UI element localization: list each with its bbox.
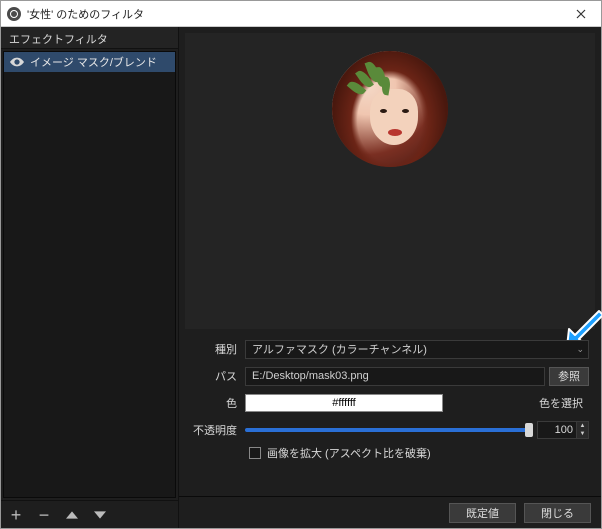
footer: 既定値 閉じる — [179, 496, 601, 528]
visibility-toggle[interactable] — [10, 55, 24, 69]
chevron-down-icon: ⌄ — [576, 344, 584, 355]
filter-item-label: イメージ マスク/ブレンド — [30, 54, 157, 70]
app-icon — [7, 7, 21, 21]
type-value: アルファマスク (カラーチャンネル) — [252, 341, 427, 357]
preview-area — [185, 33, 595, 329]
filter-item[interactable]: イメージ マスク/ブレンド — [4, 52, 175, 72]
remove-filter-button[interactable]: − — [35, 506, 53, 524]
type-label: 種別 — [179, 341, 245, 357]
opacity-label: 不透明度 — [179, 422, 245, 438]
color-swatch[interactable]: #ffffff — [245, 394, 443, 412]
opacity-slider[interactable] — [245, 428, 531, 432]
fern-overlay — [342, 57, 404, 119]
stretch-label: 画像を拡大 (アスペクト比を破棄) — [267, 445, 431, 461]
opacity-row: 不透明度 100 ▲ ▼ — [179, 418, 589, 442]
eye-icon — [10, 57, 24, 67]
spin-down-icon[interactable]: ▼ — [577, 430, 588, 438]
main-panel: 種別 アルファマスク (カラーチャンネル) ⌄ パス E:/Desktop/ma… — [179, 27, 601, 528]
dialog-window: '女性' のためのフィルタ エフェクトフィルタ イメージ マスク/ブレンド + … — [0, 0, 602, 529]
type-select[interactable]: アルファマスク (カラーチャンネル) ⌄ — [245, 340, 589, 359]
preview-image — [332, 51, 448, 167]
caret-down-icon — [94, 509, 106, 521]
move-down-button[interactable] — [91, 506, 109, 524]
color-row: 色 #ffffff 色を選択 — [179, 391, 589, 415]
caret-up-icon — [66, 509, 78, 521]
titlebar: '女性' のためのフィルタ — [1, 1, 601, 27]
opacity-spinner[interactable]: ▲ ▼ — [577, 421, 589, 439]
opacity-value: 100 — [555, 424, 573, 436]
path-label: パス — [179, 368, 245, 384]
stretch-checkbox[interactable] — [249, 447, 261, 459]
filter-list[interactable]: イメージ マスク/ブレンド — [3, 51, 176, 498]
path-row: パス E:/Desktop/mask03.png 参照 — [179, 364, 589, 388]
spin-up-icon[interactable]: ▲ — [577, 422, 588, 430]
opacity-value-input[interactable]: 100 — [537, 421, 577, 439]
sidebar-footer: + − — [1, 500, 178, 528]
form-area: 種別 アルファマスク (カラーチャンネル) ⌄ パス E:/Desktop/ma… — [179, 329, 601, 468]
stretch-row: 画像を拡大 (アスペクト比を破棄) — [179, 442, 589, 464]
type-row: 種別 アルファマスク (カラーチャンネル) ⌄ — [179, 337, 589, 361]
defaults-button[interactable]: 既定値 — [449, 503, 516, 523]
close-icon — [576, 9, 586, 19]
move-up-button[interactable] — [63, 506, 81, 524]
spacer — [179, 468, 601, 496]
window-title: '女性' のためのフィルタ — [27, 6, 561, 22]
dialog-body: エフェクトフィルタ イメージ マスク/ブレンド + − — [1, 27, 601, 528]
color-hex: #ffffff — [332, 397, 355, 409]
add-filter-button[interactable]: + — [7, 506, 25, 524]
path-value: E:/Desktop/mask03.png — [252, 370, 369, 382]
pick-color-button[interactable]: 色を選択 — [539, 395, 583, 411]
browse-button[interactable]: 参照 — [549, 367, 589, 386]
path-input[interactable]: E:/Desktop/mask03.png — [245, 367, 545, 386]
color-label: 色 — [179, 395, 245, 411]
close-button[interactable] — [561, 1, 601, 27]
sidebar-header: エフェクトフィルタ — [1, 27, 178, 49]
close-dialog-button[interactable]: 閉じる — [524, 503, 591, 523]
slider-thumb[interactable] — [525, 423, 533, 437]
sidebar: エフェクトフィルタ イメージ マスク/ブレンド + − — [1, 27, 179, 528]
